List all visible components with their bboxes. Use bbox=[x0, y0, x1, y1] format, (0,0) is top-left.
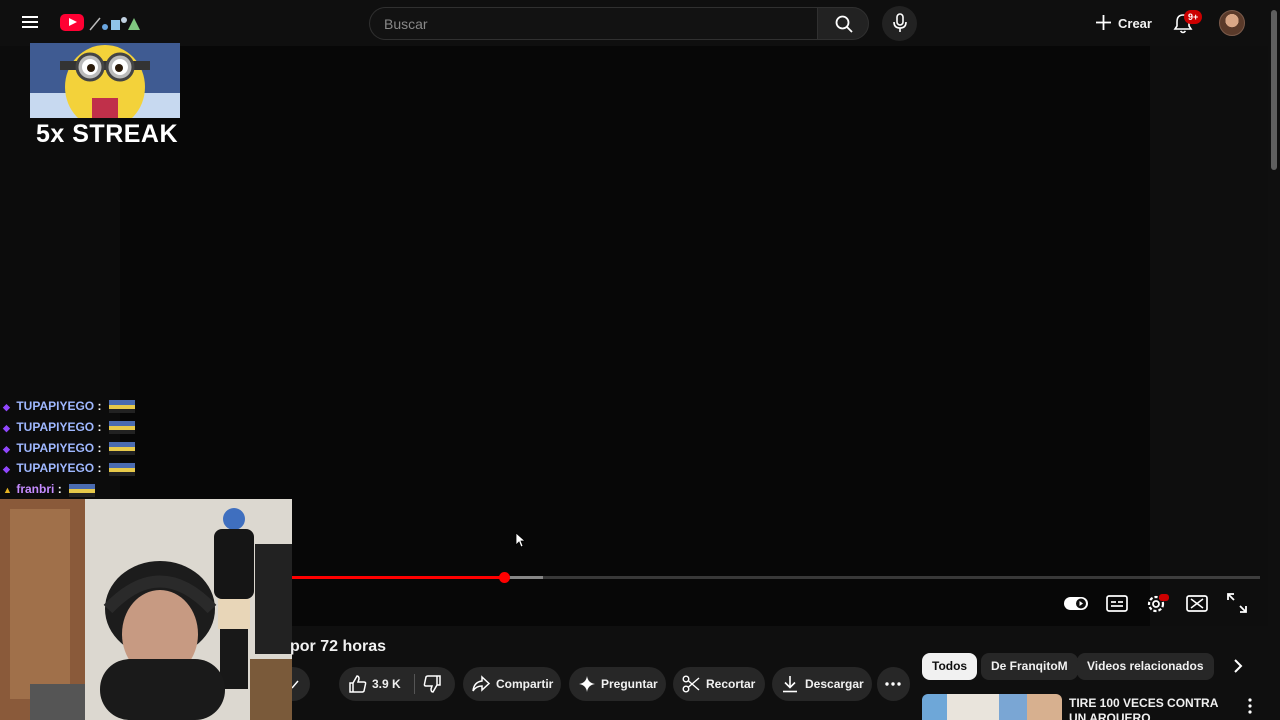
chat-message: ▲ franbri : bbox=[3, 479, 203, 500]
chat-separator: : bbox=[57, 482, 62, 497]
ask-button[interactable]: Preguntar bbox=[569, 667, 666, 701]
minion-image-icon bbox=[30, 43, 180, 118]
progress-played bbox=[292, 576, 504, 579]
chat-username: TUPAPIYEGO bbox=[16, 440, 95, 455]
search-input[interactable] bbox=[370, 8, 817, 39]
download-label: Descargar bbox=[805, 677, 864, 691]
emote-icon bbox=[108, 400, 135, 414]
chat-username: TUPAPIYEGO bbox=[16, 419, 95, 434]
chat-separator: : bbox=[97, 399, 102, 413]
plus-icon bbox=[1096, 15, 1111, 30]
chat-message: ◆ TUPAPIYEGO : bbox=[3, 417, 203, 438]
chevron-right-icon[interactable] bbox=[1226, 654, 1250, 678]
recommended-video-thumbnail[interactable] bbox=[922, 694, 1062, 720]
subtitles-icon[interactable] bbox=[1104, 590, 1130, 616]
check-icon bbox=[292, 680, 299, 689]
notification-count-badge: 9+ bbox=[1184, 10, 1203, 24]
chat-username: TUPAPIYEGO bbox=[16, 461, 95, 476]
chat-separator: : bbox=[97, 419, 102, 434]
chat-message: ◆ TUPAPIYEGO : bbox=[3, 458, 203, 479]
sub-badge-icon: ◆ bbox=[3, 464, 10, 475]
share-icon bbox=[472, 675, 491, 692]
chat-username: franbri bbox=[16, 482, 55, 497]
more-actions-button[interactable] bbox=[877, 667, 910, 701]
chip-from-channel[interactable]: De FranqitoM bbox=[981, 653, 1078, 680]
progress-bar[interactable] bbox=[292, 572, 1260, 583]
more-horizontal-icon bbox=[885, 682, 901, 686]
hamburger-menu-button[interactable] bbox=[16, 11, 44, 35]
search-icon bbox=[835, 15, 853, 33]
scissors-icon bbox=[682, 675, 700, 693]
streak-overlay-image bbox=[30, 43, 180, 118]
chip-all[interactable]: Todos bbox=[922, 653, 978, 680]
settings-gear-icon[interactable] bbox=[1144, 590, 1170, 616]
logo-doodle-icon[interactable] bbox=[88, 14, 146, 32]
thumbs-up-icon bbox=[349, 675, 367, 693]
like-count: 3.9 K bbox=[372, 677, 401, 691]
create-label: Crear bbox=[1118, 16, 1152, 31]
miniplayer-icon[interactable] bbox=[1184, 590, 1210, 616]
sparkle-icon bbox=[579, 676, 595, 692]
sub-badge-icon: ◆ bbox=[3, 402, 10, 412]
chat-message: ◆ TUPAPIYEGO : bbox=[3, 438, 203, 459]
more-vertical-icon[interactable] bbox=[1244, 697, 1256, 715]
chat-message: ◆ TUPAPIYEGO : bbox=[3, 396, 203, 417]
dislike-button[interactable] bbox=[415, 667, 455, 701]
search-box[interactable] bbox=[369, 7, 817, 40]
like-dislike-group: 3.9 K bbox=[339, 667, 455, 701]
emote-icon bbox=[69, 483, 96, 497]
fullscreen-icon[interactable] bbox=[1224, 590, 1250, 616]
sub-badge-icon: ◆ bbox=[3, 422, 10, 433]
emote-icon bbox=[108, 462, 135, 476]
thumbs-down-icon bbox=[423, 675, 441, 693]
like-button[interactable]: 3.9 K bbox=[339, 667, 411, 701]
menu-line bbox=[22, 26, 38, 28]
chip-related[interactable]: Videos relacionados bbox=[1077, 653, 1214, 680]
video-frame-side bbox=[1150, 46, 1268, 626]
streak-label: 5x STREAK bbox=[36, 120, 179, 148]
menu-line bbox=[22, 16, 38, 18]
autoplay-toggle-icon[interactable] bbox=[1063, 590, 1089, 616]
chat-separator: : bbox=[97, 440, 102, 455]
chat-username: TUPAPIYEGO bbox=[16, 399, 95, 413]
share-label: Compartir bbox=[496, 677, 554, 691]
download-icon bbox=[783, 676, 797, 693]
voice-search-button[interactable] bbox=[882, 6, 917, 41]
ask-label: Preguntar bbox=[601, 677, 658, 691]
scrollbar-thumb[interactable] bbox=[1271, 10, 1277, 170]
page-scrollbar[interactable] bbox=[1268, 0, 1280, 720]
account-avatar[interactable] bbox=[1219, 10, 1245, 36]
mouse-cursor-icon bbox=[515, 532, 527, 548]
stream-chat: ◆ TUPAPIYEGO : ◆ TUPAPIYEGO : ◆ TUPAPIYE… bbox=[3, 396, 203, 500]
crown-badge-icon: ▲ bbox=[3, 485, 12, 496]
webcam-overlay bbox=[0, 499, 292, 720]
emote-icon bbox=[108, 421, 135, 435]
microphone-icon bbox=[893, 13, 907, 32]
scrubber-handle[interactable] bbox=[498, 572, 510, 583]
share-button[interactable]: Compartir bbox=[463, 667, 561, 701]
video-title: por 72 horas bbox=[290, 638, 387, 655]
create-button[interactable]: Crear bbox=[1086, 6, 1156, 40]
webcam-feed-image-icon bbox=[0, 499, 292, 720]
emote-icon bbox=[108, 441, 135, 455]
clip-button[interactable]: Recortar bbox=[673, 667, 765, 701]
chat-separator: : bbox=[97, 461, 102, 476]
sub-badge-icon: ◆ bbox=[3, 443, 10, 454]
clip-label: Recortar bbox=[706, 677, 756, 691]
subscribe-button[interactable] bbox=[292, 667, 310, 701]
youtube-logo-icon[interactable] bbox=[60, 14, 84, 31]
search-button[interactable] bbox=[817, 7, 869, 40]
download-button[interactable]: Descargar bbox=[772, 667, 872, 701]
menu-line bbox=[22, 21, 38, 23]
masthead: Crear 9+ bbox=[0, 0, 1268, 46]
recommended-video-title[interactable]: TIRE 100 VECES CONTRA UN ARQUERO PROFESI… bbox=[1069, 696, 1229, 720]
